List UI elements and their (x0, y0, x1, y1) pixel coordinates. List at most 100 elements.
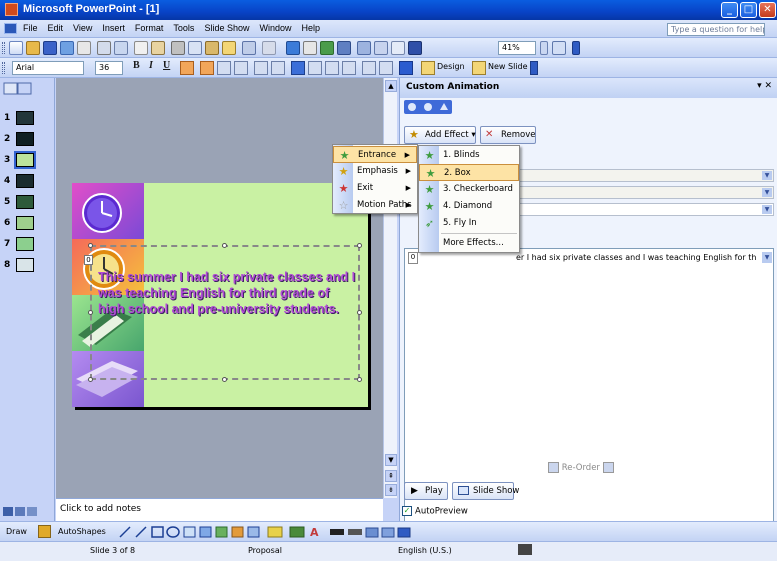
new-slide-button[interactable]: New Slide (488, 62, 528, 71)
cut-icon[interactable] (171, 41, 185, 55)
slide-thumbnail-selected[interactable]: 3 (4, 151, 52, 169)
task-pane-nav[interactable] (404, 100, 452, 114)
redo-icon[interactable] (262, 41, 276, 55)
shadow-icon[interactable] (180, 61, 194, 75)
print-preview-icon[interactable] (114, 41, 128, 55)
align-center-icon[interactable] (217, 61, 231, 75)
toolbar-grip[interactable] (2, 62, 5, 74)
minimize-button[interactable]: _ (721, 2, 738, 18)
play-button[interactable]: ▶ Play (404, 482, 448, 500)
show-formatting-icon[interactable] (374, 41, 388, 55)
menu-edit[interactable]: Edit (48, 23, 64, 33)
resize-handle[interactable] (222, 243, 227, 248)
menu-help[interactable]: Help (301, 23, 320, 33)
resize-handle[interactable] (357, 243, 362, 248)
remove-button[interactable]: ✕ Remove (480, 126, 536, 144)
property-select[interactable]: ▼ (518, 186, 774, 199)
open-folder-icon[interactable] (26, 41, 40, 55)
scroll-up-icon[interactable]: ▲ (385, 80, 397, 92)
slide-thumbnail[interactable]: 4 (4, 173, 52, 189)
new-document-icon[interactable] (9, 41, 23, 55)
move-up-icon[interactable] (548, 462, 559, 473)
speed-select[interactable]: ▼ (518, 203, 774, 216)
checkbox-checked-icon[interactable]: ✓ (402, 506, 412, 516)
underline-icon[interactable]: U (163, 60, 170, 71)
animation-order-tag[interactable]: 0 (84, 255, 93, 265)
resize-handle[interactable] (222, 377, 227, 382)
notes-pane[interactable]: Click to add notes (56, 498, 383, 521)
bullets-icon[interactable] (271, 61, 285, 75)
drawing-tools-icons[interactable]: A (118, 525, 448, 539)
undo-icon[interactable] (242, 41, 256, 55)
menu-item-entrance[interactable]: ★ Entrance ▶ (333, 146, 417, 163)
outline-slides-tabs[interactable] (3, 82, 33, 96)
next-slide-icon[interactable]: ⇟ (385, 484, 397, 496)
toolbar-grip[interactable] (2, 42, 5, 54)
document-menu-icon[interactable] (4, 23, 17, 34)
menu-insert[interactable]: Insert (102, 23, 125, 33)
menu-item-emphasis[interactable]: ★ Emphasis ▶ (333, 163, 417, 180)
menu-file[interactable]: File (23, 23, 38, 33)
animation-list-item[interactable]: 0 er I had six private classes and I was… (408, 252, 772, 266)
save-icon[interactable] (43, 41, 57, 55)
resize-handle[interactable] (357, 377, 362, 382)
decrease-indent-icon[interactable] (362, 61, 376, 75)
font-size-select[interactable]: 36 (95, 61, 123, 75)
task-pane-close-icon[interactable]: ▾ ✕ (757, 81, 772, 91)
toolbar-options-icon[interactable] (530, 61, 538, 75)
font-select[interactable]: Arial (12, 61, 84, 75)
vertical-scrollbar[interactable]: ▲ ▼ ⇞ ⇟ (383, 78, 397, 498)
color-grayscale-icon[interactable] (408, 41, 422, 55)
paste-icon[interactable] (205, 41, 219, 55)
numbering-icon[interactable] (254, 61, 268, 75)
italic-icon[interactable]: I (149, 60, 153, 71)
menu-item-motion-paths[interactable]: ☆ Motion Paths ▶ (333, 197, 417, 214)
insert-table-icon[interactable] (303, 41, 317, 55)
tables-borders-icon[interactable] (320, 41, 334, 55)
expand-all-icon[interactable] (357, 41, 371, 55)
menu-slide-show[interactable]: Slide Show (204, 23, 249, 33)
print-icon[interactable] (97, 41, 111, 55)
resize-handle[interactable] (88, 377, 93, 382)
autoshapes-menu[interactable]: AutoShapes (58, 527, 106, 536)
effect-diamond[interactable]: ★ 4. Diamond (419, 198, 519, 215)
zoom-select[interactable]: 41% (498, 41, 536, 55)
slide-thumbnail[interactable]: 5 (4, 194, 52, 210)
spelling-icon[interactable] (134, 41, 148, 55)
slide-thumbnail[interactable]: 8 (4, 257, 52, 273)
move-down-icon[interactable] (602, 462, 614, 473)
design-button[interactable]: Design (437, 62, 465, 71)
text-direction-icon[interactable] (291, 61, 305, 75)
powerpoint-app-icon[interactable] (5, 3, 18, 16)
spelling-status-icon[interactable] (518, 544, 532, 555)
font-color-icon[interactable] (399, 61, 413, 75)
text-placeholder-box[interactable]: 0 This summer I had six private classes … (84, 243, 362, 382)
effect-box[interactable]: ★ 2. Box (419, 164, 519, 181)
start-select[interactable]: ▼ (518, 169, 774, 182)
new-slide-icon[interactable] (472, 61, 486, 75)
previous-slide-icon[interactable]: ⇞ (385, 470, 397, 482)
rtl-icon[interactable] (308, 61, 322, 75)
zoom-dropdown-icon[interactable] (540, 41, 548, 55)
slide-thumbnail[interactable]: 1 (4, 110, 52, 126)
research-icon[interactable] (151, 41, 165, 55)
design-icon[interactable] (421, 61, 435, 75)
slide-body-text[interactable]: This summer I had six private classes an… (98, 269, 358, 317)
slide-thumbnail[interactable]: 6 (4, 215, 52, 231)
notes-placeholder[interactable]: Click to add notes (60, 504, 141, 514)
effect-checkerboard[interactable]: ★ 3. Checkerboard (419, 181, 519, 198)
slide-thumbnail[interactable]: 7 (4, 236, 52, 252)
add-effect-button[interactable]: ★ Add Effect ▾ (404, 126, 476, 144)
format-painter-icon[interactable] (222, 41, 236, 55)
increase-indent-icon[interactable] (379, 61, 393, 75)
slide-thumbnail[interactable]: 2 (4, 131, 52, 147)
resize-handle[interactable] (88, 243, 93, 248)
menu-view[interactable]: View (73, 23, 92, 33)
email-icon[interactable] (77, 41, 91, 55)
menu-window[interactable]: Window (259, 23, 291, 33)
increase-font-icon[interactable] (325, 61, 339, 75)
effect-fly-in[interactable]: ➶ 5. Fly In (419, 215, 519, 232)
close-button[interactable]: ✕ (759, 2, 776, 18)
help-icon[interactable] (552, 41, 566, 55)
bold-icon[interactable]: B (133, 60, 140, 71)
